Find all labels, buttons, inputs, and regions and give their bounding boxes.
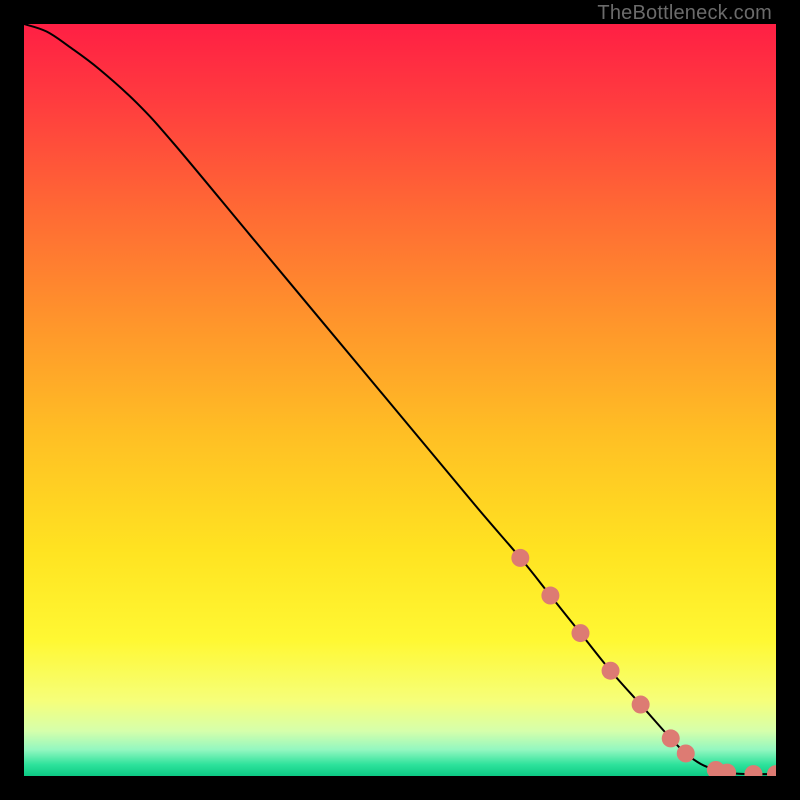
data-marker [511, 549, 529, 567]
data-marker [541, 587, 559, 605]
data-marker [602, 662, 620, 680]
data-marker [662, 729, 680, 747]
data-marker [632, 696, 650, 714]
data-marker [571, 624, 589, 642]
chart-frame [24, 24, 776, 776]
watermark-text: TheBottleneck.com [597, 2, 772, 25]
data-marker [677, 744, 695, 762]
chart-svg [24, 24, 776, 776]
chart-background [24, 24, 776, 776]
